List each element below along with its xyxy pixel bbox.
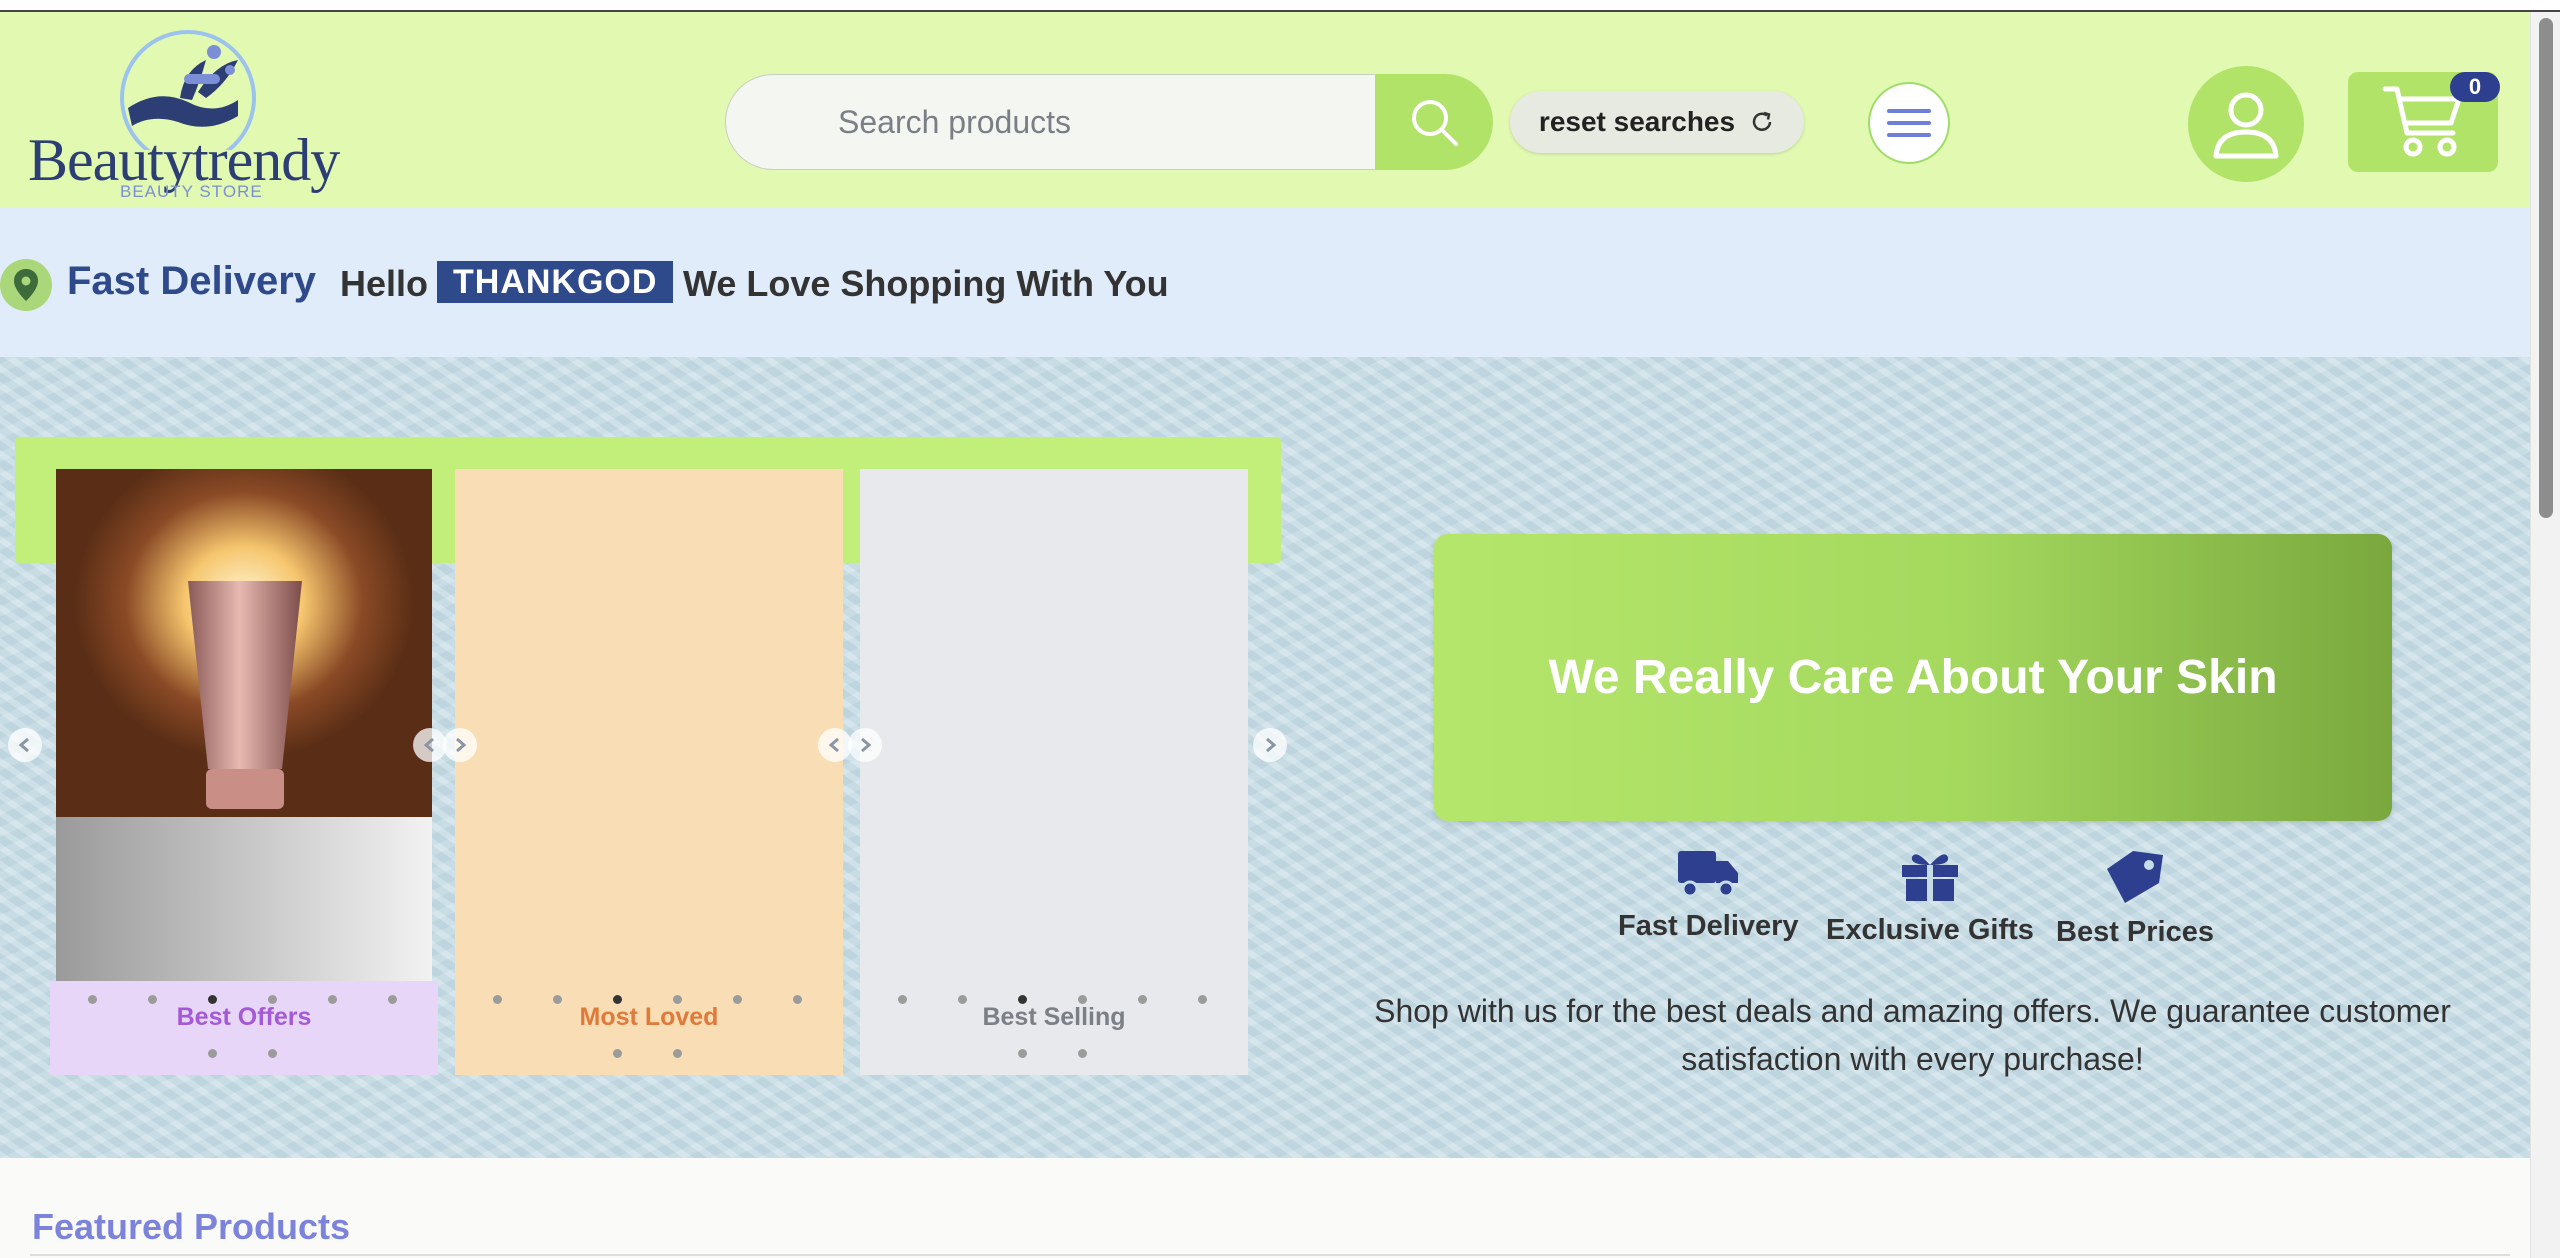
card-label-area: Best Offers — [50, 981, 438, 1075]
refresh-icon — [1752, 111, 1772, 131]
feature-best-prices: Best Prices — [2056, 847, 2214, 949]
window-top-border — [0, 0, 2560, 12]
search-bar — [725, 74, 1493, 170]
carousel-dot[interactable] — [208, 1049, 217, 1058]
carousel-next-arrow[interactable] — [848, 728, 882, 762]
carousel-next-arrow[interactable] — [1253, 728, 1287, 762]
carousel-best-selling[interactable]: Best Selling — [860, 469, 1248, 1075]
search-input[interactable] — [725, 74, 1375, 170]
account-button[interactable] — [2188, 66, 2304, 182]
product-image — [455, 469, 843, 981]
chevron-right-icon — [1266, 737, 1277, 753]
menu-button[interactable] — [1868, 82, 1950, 164]
carousel-dot[interactable] — [1078, 1049, 1087, 1058]
carousel-next-arrow[interactable] — [443, 728, 477, 762]
user-icon — [2213, 92, 2279, 159]
carousel-dot[interactable] — [613, 1049, 622, 1058]
chevron-left-icon — [18, 737, 29, 753]
feature-label: Fast Delivery — [1618, 910, 1799, 942]
hero-section: Best Offers Most Loved Best Selling We R… — [0, 357, 2530, 1158]
username-badge: THANKGOD — [437, 261, 674, 303]
greeting-text: Hello — [340, 263, 429, 304]
product-image — [50, 469, 438, 981]
hero-cta-banner[interactable]: We Really Care About Your Skin — [1434, 534, 2392, 821]
carousel-label: Most Loved — [579, 1003, 719, 1031]
carousel-best-offers[interactable]: Best Offers — [50, 469, 438, 1075]
scrollbar[interactable] — [2530, 12, 2560, 1258]
tags-icon — [2107, 851, 2163, 903]
truck-icon — [1678, 851, 1739, 898]
feature-label: Best Prices — [2056, 916, 2214, 948]
page: Beautytrendy BEAUTY STORE reset searches — [0, 0, 2560, 1258]
logo[interactable]: Beautytrendy BEAUTY STORE — [28, 30, 368, 201]
reset-searches-button[interactable]: reset searches — [1510, 91, 1804, 153]
card-label-area: Most Loved — [455, 981, 843, 1075]
carousel-prev-arrow[interactable] — [818, 728, 852, 762]
carousel-prev-arrow[interactable] — [8, 728, 42, 762]
feature-fast-delivery: Fast Delivery — [1618, 847, 1799, 943]
chevron-right-icon — [861, 737, 872, 753]
search-button[interactable] — [1375, 74, 1493, 170]
carousel-most-loved[interactable]: Most Loved — [455, 469, 843, 1075]
gift-icon — [1901, 854, 1958, 901]
feature-exclusive-gifts: Exclusive Gifts — [1826, 847, 2034, 947]
featured-section: Featured Products — [0, 1158, 2530, 1258]
featured-divider — [30, 1254, 2510, 1256]
carousel-prev-arrow[interactable] — [413, 728, 447, 762]
scrollbar-thumb[interactable] — [2539, 18, 2553, 518]
reset-searches-label: reset searches — [1538, 106, 1736, 137]
carousel-dot[interactable] — [1018, 1049, 1027, 1058]
delivery-bar: Fast Delivery Hello THANKGOD We Love Sho… — [0, 207, 2530, 357]
card-label-area: Best Selling — [860, 981, 1248, 1075]
delivery-title: Fast Delivery — [67, 259, 317, 303]
hero-description: Shop with us for the best deals and amaz… — [1374, 993, 2451, 1077]
featured-title: Featured Products — [32, 1206, 351, 1247]
greeting-message: We Love Shopping With You — [683, 263, 1169, 304]
chevron-left-icon — [423, 737, 434, 753]
site-header: Beautytrendy BEAUTY STORE reset searches — [0, 12, 2530, 207]
carousel-label: Best Offers — [176, 1003, 312, 1031]
chevron-right-icon — [456, 737, 467, 753]
carousel-dot[interactable] — [268, 1049, 277, 1058]
carousel-label: Best Selling — [982, 1003, 1126, 1031]
location-pin-icon — [0, 259, 52, 311]
hero-cta-text: We Really Care About Your Skin — [1548, 651, 2278, 704]
cart-count-badge: 0 — [2450, 72, 2500, 102]
carousel-dot[interactable] — [673, 1049, 682, 1058]
chevron-left-icon — [828, 737, 839, 753]
search-icon — [1412, 100, 1458, 146]
product-image — [860, 469, 1248, 981]
feature-label: Exclusive Gifts — [1826, 914, 2034, 946]
logo-subtitle: BEAUTY STORE — [120, 182, 263, 201]
hamburger-icon — [1887, 109, 1931, 137]
